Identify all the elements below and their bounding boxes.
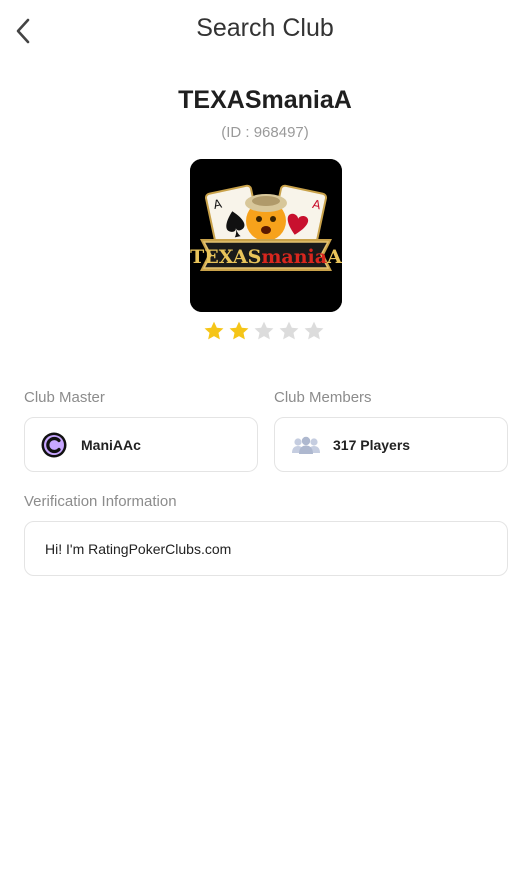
club-master-name: ManiAAc — [81, 436, 141, 453]
club-members-count: 317 Players — [333, 436, 411, 453]
star-icon-filled — [229, 321, 249, 340]
svg-text:TEXASmaniaA: TEXASmaniaA — [190, 246, 342, 268]
club-id: (ID : 968497) — [221, 124, 309, 141]
star-icon-empty — [279, 321, 299, 340]
club-members-box: 317 Players — [274, 417, 508, 472]
verification-text: Hi! I'm RatingPokerClubs.com — [45, 540, 232, 557]
club-logo: A A TEXASmaniaA — [190, 159, 342, 312]
club-master-box[interactable]: ManiAAc — [24, 417, 258, 472]
verification-label: Verification Information — [24, 493, 177, 510]
club-master-avatar-icon — [41, 432, 67, 457]
club-rating — [203, 320, 325, 342]
club-members-label: Club Members — [274, 389, 372, 406]
club-master-label: Club Master — [24, 389, 105, 406]
star-icon-empty — [304, 321, 324, 340]
users-icon — [292, 436, 320, 454]
page-title: Search Club — [196, 14, 334, 42]
verification-field[interactable]: Hi! I'm RatingPokerClubs.com — [24, 521, 508, 576]
star-icon-filled — [204, 321, 224, 340]
club-name: TEXASmaniaA — [178, 86, 352, 114]
star-icon-empty — [254, 321, 274, 340]
header-bar: Search Club — [0, 0, 530, 62]
